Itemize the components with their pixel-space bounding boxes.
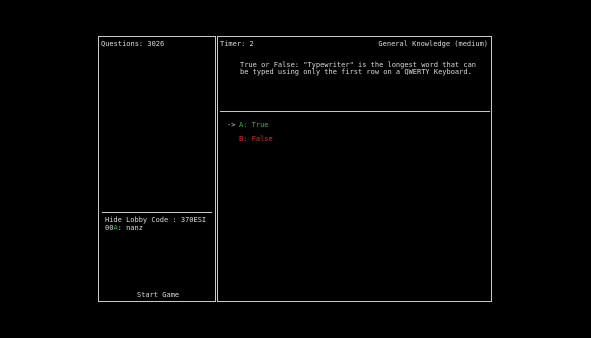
player-name: : nanz (117, 224, 143, 232)
questions-count: Questions: 3026 (101, 40, 165, 48)
selection-cursor: -> (227, 121, 236, 129)
hide-lobby-code-toggle[interactable]: Hide Lobby Code : 370ESI (105, 216, 206, 224)
lobby-panel (98, 36, 216, 302)
question-text-line: be typed using only the first row on a Q… (240, 68, 472, 76)
start-game-button[interactable]: Start Game (137, 291, 179, 299)
category-label: General Knowledge (medium) (378, 40, 488, 48)
answer-option-true[interactable]: A: True (239, 121, 269, 129)
player-row: 00A: nanz (105, 224, 143, 232)
lobby-divider (102, 212, 212, 213)
answer-option-false[interactable]: B: False (239, 135, 273, 143)
timer: Timer: 2 (220, 40, 254, 48)
question-divider (220, 111, 490, 112)
